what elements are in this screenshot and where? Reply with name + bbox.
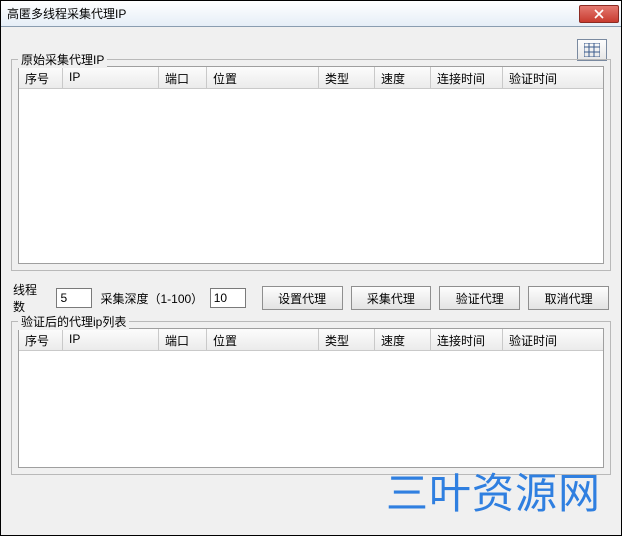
col-speed[interactable]: 速度 [375, 329, 431, 350]
col-port[interactable]: 端口 [159, 329, 207, 350]
col-seq[interactable]: 序号 [19, 67, 63, 88]
col-speed[interactable]: 速度 [375, 67, 431, 88]
col-seq[interactable]: 序号 [19, 329, 63, 350]
col-loc[interactable]: 位置 [207, 67, 319, 88]
col-ver[interactable]: 验证时间 [503, 67, 603, 88]
cancel-proxy-button[interactable]: 取消代理 [528, 286, 609, 310]
depth-label: 采集深度（1-100） [100, 290, 201, 307]
toolbar-grid-button[interactable] [577, 39, 607, 61]
raw-list-header: 序号 IP 端口 位置 类型 速度 连接时间 验证时间 [19, 67, 603, 89]
depth-input[interactable] [210, 288, 246, 308]
col-ip[interactable]: IP [63, 329, 159, 350]
col-conn[interactable]: 连接时间 [431, 67, 503, 88]
verify-proxy-button[interactable]: 验证代理 [439, 286, 520, 310]
raw-proxy-list[interactable]: 序号 IP 端口 位置 类型 速度 连接时间 验证时间 [18, 66, 604, 264]
threads-input[interactable] [56, 288, 92, 308]
col-type[interactable]: 类型 [319, 67, 375, 88]
collect-proxy-button[interactable]: 采集代理 [351, 286, 432, 310]
group-verified-proxies: 验证后的代理ip列表 序号 IP 端口 位置 类型 速度 连接时间 验证时间 [11, 321, 611, 475]
verified-list-header: 序号 IP 端口 位置 类型 速度 连接时间 验证时间 [19, 329, 603, 351]
col-loc[interactable]: 位置 [207, 329, 319, 350]
verified-proxy-list[interactable]: 序号 IP 端口 位置 类型 速度 连接时间 验证时间 [18, 328, 604, 468]
titlebar: 高匿多线程采集代理IP [1, 1, 621, 27]
close-button[interactable] [579, 5, 619, 23]
close-icon [594, 9, 604, 19]
client-area: 原始采集代理IP 序号 IP 端口 位置 类型 速度 连接时间 验证时间 线程数… [1, 27, 621, 535]
group-verified-legend: 验证后的代理ip列表 [18, 313, 129, 330]
threads-label: 线程数 [13, 281, 48, 315]
group-raw-proxies: 原始采集代理IP 序号 IP 端口 位置 类型 速度 连接时间 验证时间 [11, 59, 611, 271]
group-raw-legend: 原始采集代理IP [18, 51, 107, 68]
set-proxy-button[interactable]: 设置代理 [262, 286, 343, 310]
col-type[interactable]: 类型 [319, 329, 375, 350]
window-title: 高匿多线程采集代理IP [7, 5, 126, 22]
window-frame: 高匿多线程采集代理IP 原始采集代理IP 序号 IP 端口 位置 [0, 0, 622, 536]
col-ver[interactable]: 验证时间 [503, 329, 603, 350]
controls-row: 线程数 采集深度（1-100） 设置代理 采集代理 验证代理 取消代理 [11, 281, 611, 315]
col-conn[interactable]: 连接时间 [431, 329, 503, 350]
col-ip[interactable]: IP [63, 67, 159, 88]
col-port[interactable]: 端口 [159, 67, 207, 88]
grid-icon [584, 43, 600, 57]
